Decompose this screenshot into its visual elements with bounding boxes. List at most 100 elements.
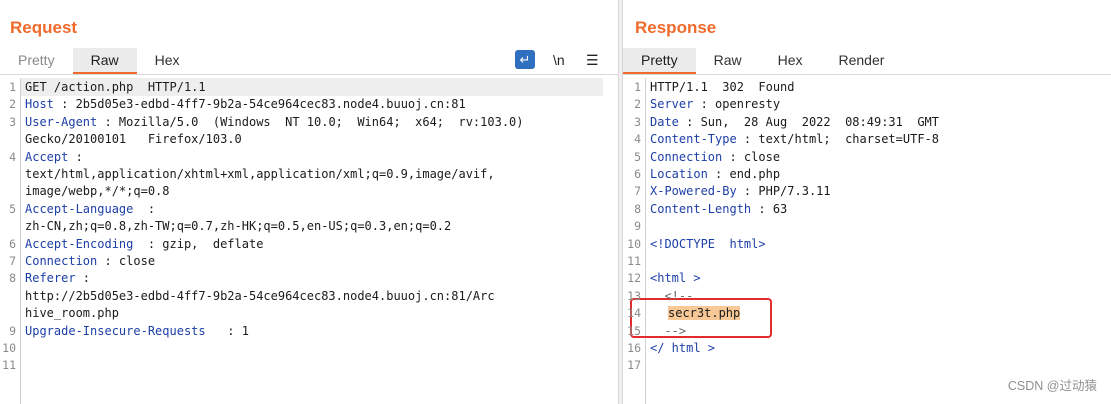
code-line: Referer : <box>25 270 90 287</box>
code-line: Location : end.php <box>650 166 780 183</box>
tab-hex[interactable]: Hex <box>760 48 821 72</box>
header-name: X-Powered-By <box>650 184 737 199</box>
found-file-highlight: secr3t.php <box>668 306 741 321</box>
header-name: Server <box>650 97 694 112</box>
code-line: Date : Sun, 28 Aug 2022 08:49:31 GMT <box>650 114 939 131</box>
line-number: 10 <box>2 341 16 355</box>
line-number: 11 <box>627 254 641 268</box>
tab-divider <box>623 74 1111 75</box>
line-text: : end.php <box>707 167 781 181</box>
line-number: 4 <box>9 149 16 164</box>
request-title: Request <box>10 18 78 37</box>
code-line: Accept-Encoding : gzip, deflate <box>25 236 263 253</box>
line-number: 16 <box>627 341 641 355</box>
code-line: secr3t.php <box>668 305 741 322</box>
line-text: : Mozilla/5.0 (Windows NT 10.0; Win64; x… <box>97 114 524 129</box>
line-text: : PHP/7.3.11 <box>736 184 831 199</box>
line-text: HTTP/1.1 302 Found <box>650 80 795 94</box>
tab-render[interactable]: Render <box>821 48 903 72</box>
line-number: 9 <box>634 219 641 234</box>
line-number: 15 <box>627 323 641 338</box>
line-text: : gzip, deflate <box>133 236 264 251</box>
code-line: hive_room.php <box>25 305 119 322</box>
line-number: 3 <box>634 114 641 129</box>
wrap-lines-icon[interactable]: ↵ <box>515 50 535 69</box>
code-line: User-Agent : Mozilla/5.0 (Windows NT 10.… <box>25 114 524 131</box>
line-number: 17 <box>627 358 641 373</box>
line-number: 14 <box>627 306 641 321</box>
header-name: Upgrade-Insecure-Requests <box>25 323 206 338</box>
tab-pretty[interactable]: Pretty <box>0 48 73 72</box>
code-line: HTTP/1.1 302 Found <box>650 79 795 96</box>
line-number: 5 <box>9 201 16 216</box>
code-line: --> <box>650 323 686 340</box>
line-number: 9 <box>9 323 16 338</box>
tab-raw[interactable]: Raw <box>72 48 137 74</box>
line-text: : 2b5d05e3-edbd-4ff7-9b2a-54ce964cec83.n… <box>53 97 466 112</box>
newline-toggle-icon[interactable]: \n <box>553 50 565 70</box>
line-text: </ html > <box>650 341 716 355</box>
line-number: 1 <box>9 80 16 94</box>
line-text: <!DOCTYPE html> <box>650 236 766 251</box>
line-text: : <box>68 149 83 164</box>
code-line: text/html,application/xhtml+xml,applicat… <box>25 166 495 183</box>
code-line: Server : openresty <box>650 96 780 113</box>
line-text: : Sun, 28 Aug 2022 08:49:31 GMT <box>678 114 939 129</box>
code-line: http://2b5d05e3-edbd-4ff7-9b2a-54ce964ce… <box>25 288 495 305</box>
header-name: Host <box>25 97 54 112</box>
code-line: Upgrade-Insecure-Requests : 1 <box>25 323 249 340</box>
header-name: Content-Length <box>650 201 752 216</box>
line-number: 11 <box>2 358 16 373</box>
request-editor[interactable]: 1 GET /action.php HTTP/1.1 2 Host : 2b5d05e… <box>0 78 618 404</box>
line-text: Gecko/20100101 Firefox/103.0 <box>25 132 242 147</box>
line-text: <html > <box>650 271 701 286</box>
code-line: X-Powered-By : PHP/7.3.11 <box>650 183 831 200</box>
code-line: GET /action.php HTTP/1.1 <box>25 79 206 96</box>
code-line: <!DOCTYPE html> <box>650 236 766 253</box>
code-line: Accept-Language : <box>25 201 155 218</box>
code-line: zh-CN,zh;q=0.8,zh-TW;q=0.7,zh-HK;q=0.5,e… <box>25 218 451 235</box>
code-line: <!-- <box>650 288 693 305</box>
code-line: </ html > <box>650 340 715 357</box>
line-number: 2 <box>634 97 641 112</box>
response-title: Response <box>635 18 717 37</box>
line-number: 5 <box>634 149 641 164</box>
line-number: 6 <box>634 167 641 181</box>
line-number: 4 <box>634 132 641 147</box>
line-text: GET /action.php HTTP/1.1 <box>25 80 206 94</box>
header-name: Accept-Encoding <box>25 236 134 251</box>
line-text: : 1 <box>205 323 249 338</box>
line-number: 2 <box>9 97 16 112</box>
header-name: Referer <box>25 271 76 286</box>
menu-icon[interactable]: ☰ <box>586 50 599 70</box>
line-number: 7 <box>634 184 641 199</box>
tab-raw[interactable]: Raw <box>696 48 760 72</box>
tab-divider <box>0 74 618 75</box>
line-text: hive_room.php <box>25 306 119 321</box>
code-line: image/webp,*/*;q=0.8 <box>25 183 170 200</box>
code-line: Connection : close <box>25 253 155 270</box>
header-name: User-Agent <box>25 114 98 129</box>
tab-pretty[interactable]: Pretty <box>623 48 696 74</box>
header-name: Content-Type <box>650 132 737 147</box>
line-text: : close <box>722 149 781 164</box>
tab-hex[interactable]: Hex <box>137 48 198 72</box>
line-number: 7 <box>9 254 16 268</box>
line-text: : openresty <box>693 97 781 112</box>
line-number: 13 <box>627 288 641 303</box>
header-name: Connection <box>650 149 723 164</box>
line-text: http://2b5d05e3-edbd-4ff7-9b2a-54ce964ce… <box>25 288 495 303</box>
code-line: Connection : close <box>650 149 780 166</box>
line-number: 3 <box>9 114 16 129</box>
line-text: : text/html; charset=UTF-8 <box>736 132 939 147</box>
code-line: Accept : <box>25 149 83 166</box>
response-editor[interactable]: 1 HTTP/1.1 302 Found 2 Server : openresty 3 D… <box>623 78 1111 404</box>
response-tabs: Pretty Raw Hex Render <box>623 48 902 74</box>
response-pane: Response Pretty Raw Hex Render 1 HTTP/1.1… <box>623 0 1111 404</box>
request-tabs: Pretty Raw Hex <box>0 48 198 74</box>
line-text: --> <box>650 323 687 338</box>
line-text: image/webp,*/*;q=0.8 <box>25 184 170 199</box>
line-number: 6 <box>9 236 16 251</box>
code-line: Host : 2b5d05e3-edbd-4ff7-9b2a-54ce964ce… <box>25 96 466 113</box>
line-text: zh-CN,zh;q=0.8,zh-TW;q=0.7,zh-HK;q=0.5,e… <box>25 219 452 234</box>
